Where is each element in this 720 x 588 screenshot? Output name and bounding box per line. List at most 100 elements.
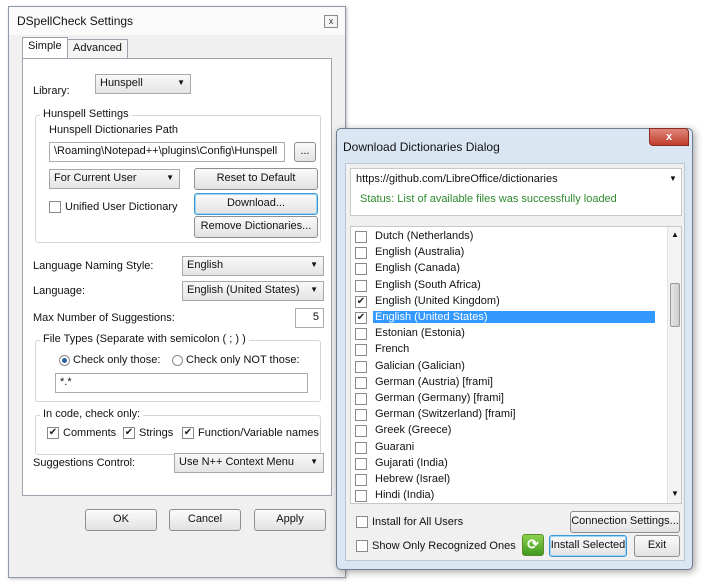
- dictionary-checkbox[interactable]: [355, 425, 367, 438]
- dictionary-label: German (Austria) [frami]: [375, 375, 493, 388]
- remove-label: Remove Dictionaries...: [200, 220, 312, 232]
- dictionary-list-item[interactable]: French: [351, 342, 651, 358]
- install-all-users-checkbox[interactable]: [356, 516, 368, 528]
- dictionary-list-item[interactable]: German (Germany) [frami]: [351, 391, 651, 407]
- dictionary-list[interactable]: Dutch (Netherlands) English (Australia) En…: [350, 226, 682, 504]
- dictionary-list-item[interactable]: Greek (Greece): [351, 423, 651, 439]
- dictionary-checkbox[interactable]: [355, 360, 367, 373]
- dictionary-list-item[interactable]: Hindi (India): [351, 488, 651, 503]
- dictionary-label: Gujarati (India): [375, 456, 448, 469]
- dictionary-label: Galician (Galician): [375, 359, 465, 372]
- dictionary-checkbox[interactable]: [355, 474, 367, 486]
- browse-button[interactable]: ...: [294, 142, 316, 162]
- language-value: English (United States): [187, 284, 300, 296]
- scope-select[interactable]: For Current User ▼: [49, 169, 180, 189]
- remove-dictionaries-button[interactable]: Remove Dictionaries...: [194, 216, 318, 238]
- dictionary-list-item[interactable]: Dutch (Netherlands): [351, 229, 651, 245]
- download-label: Download...: [226, 197, 286, 209]
- dictionary-label: German (Switzerland) [frami]: [375, 408, 516, 421]
- chevron-down-icon[interactable]: ▼: [669, 174, 677, 183]
- show-recognized-checkbox[interactable]: [356, 540, 368, 552]
- library-select[interactable]: Hunspell ▼: [95, 74, 191, 94]
- dictionary-checkbox[interactable]: [355, 279, 367, 292]
- suggestions-control-select[interactable]: Use N++ Context Menu ▼: [174, 453, 324, 473]
- check-not-label: Check only NOT those:: [186, 354, 300, 366]
- install-selected-button[interactable]: Install Selected: [549, 535, 627, 557]
- dictionary-label: French: [375, 343, 410, 356]
- dictionary-list-item[interactable]: Estonian (Estonia): [351, 326, 651, 342]
- file-types-input[interactable]: *.*: [55, 373, 308, 393]
- exit-label: Exit: [647, 539, 667, 551]
- reset-default-button[interactable]: Reset to Default: [194, 168, 318, 190]
- dictionary-checkbox[interactable]: [355, 409, 367, 422]
- exit-button[interactable]: Exit: [634, 535, 680, 557]
- dictionary-checkbox[interactable]: [355, 263, 367, 276]
- scroll-thumb[interactable]: [670, 283, 680, 327]
- scroll-up-icon[interactable]: ▲: [671, 230, 679, 239]
- comments-checkbox[interactable]: ✔: [47, 427, 59, 439]
- dictionary-checkbox[interactable]: ✔: [355, 312, 367, 324]
- settings-close-button[interactable]: x: [324, 15, 338, 28]
- dictionary-checkbox[interactable]: [355, 393, 367, 405]
- dictionary-checkbox[interactable]: ✔: [355, 295, 367, 308]
- download-button[interactable]: Download...: [194, 193, 318, 215]
- tab-advanced[interactable]: Advanced: [67, 39, 128, 59]
- dictionary-checkbox[interactable]: [355, 328, 367, 341]
- dictionary-checkbox[interactable]: [355, 231, 367, 243]
- dictionary-list-item[interactable]: English (Canada): [351, 261, 651, 277]
- source-url[interactable]: https://github.com/LibreOffice/dictionar…: [356, 173, 558, 185]
- list-scrollbar[interactable]: ▲ ▼: [667, 227, 681, 503]
- dictionary-list-item[interactable]: Hebrew (Israel): [351, 472, 651, 488]
- dictionary-checkbox[interactable]: [355, 247, 367, 260]
- ok-button[interactable]: OK: [85, 509, 157, 531]
- lang-naming-select[interactable]: English ▼: [182, 256, 324, 276]
- dictionary-label: Estonian (Estonia): [375, 327, 465, 340]
- dictionary-checkbox[interactable]: [355, 441, 367, 454]
- dictionary-list-item[interactable]: English (South Africa): [351, 278, 651, 294]
- download-close-button[interactable]: x: [649, 128, 689, 146]
- settings-window: DSpellCheck Settings x Simple Advanced L…: [8, 6, 346, 578]
- comments-label: Comments: [63, 427, 117, 439]
- dict-path-input[interactable]: \Roaming\Notepad++\plugins\Config\Hunspe…: [49, 142, 285, 162]
- dictionary-label: English (Australia): [375, 246, 465, 259]
- func-names-checkbox[interactable]: ✔: [182, 427, 194, 439]
- cancel-button[interactable]: Cancel: [169, 509, 241, 531]
- dictionary-list-items: Dutch (Netherlands) English (Australia) En…: [351, 229, 667, 503]
- dictionary-checkbox[interactable]: [355, 376, 367, 389]
- strings-label: Strings: [139, 427, 174, 439]
- chevron-down-icon: ▼: [177, 78, 185, 87]
- apply-button[interactable]: Apply: [254, 509, 326, 531]
- scroll-down-icon[interactable]: ▼: [671, 489, 679, 498]
- dictionary-label: German (Germany) [frami]: [375, 392, 504, 404]
- tab-advanced-label: Advanced: [73, 42, 122, 54]
- check-not-radio[interactable]: [172, 355, 183, 366]
- dictionary-label: Hindi (India): [375, 489, 435, 502]
- dictionary-checkbox[interactable]: [355, 457, 367, 470]
- dictionary-list-item[interactable]: Galician (Galician): [351, 359, 651, 375]
- dictionary-list-item[interactable]: ✔ English (United Kingdom): [351, 294, 651, 310]
- strings-checkbox[interactable]: ✔: [123, 427, 135, 439]
- dictionary-list-item[interactable]: ✔ English (United States): [351, 310, 655, 326]
- dictionary-list-item[interactable]: Gujarati (India): [351, 456, 651, 472]
- check-only-label: Check only those:: [73, 354, 161, 366]
- refresh-icon[interactable]: ⟳: [522, 534, 544, 556]
- dictionary-list-item[interactable]: German (Switzerland) [frami]: [351, 407, 651, 423]
- dict-path-label: Hunspell Dictionaries Path: [49, 124, 179, 136]
- library-value: Hunspell: [100, 77, 143, 89]
- dictionary-checkbox[interactable]: [355, 490, 367, 503]
- code-check-title: In code, check only:: [40, 408, 144, 420]
- tab-simple[interactable]: Simple: [22, 37, 68, 59]
- dictionary-list-item[interactable]: Guarani: [351, 440, 651, 456]
- dictionary-list-item[interactable]: German (Austria) [frami]: [351, 375, 651, 391]
- lang-naming-label: Language Naming Style:: [33, 260, 154, 272]
- chevron-down-icon: ▼: [310, 285, 318, 294]
- dictionary-label: English (South Africa): [375, 278, 481, 291]
- check-only-radio[interactable]: [59, 355, 70, 366]
- close-icon: x: [665, 131, 673, 143]
- dictionary-checkbox[interactable]: [355, 344, 367, 357]
- unified-dictionary-checkbox[interactable]: [49, 201, 61, 213]
- max-suggestions-input[interactable]: 5: [295, 308, 324, 328]
- dictionary-list-item[interactable]: English (Australia): [351, 245, 651, 261]
- connection-settings-button[interactable]: Connection Settings...: [570, 511, 680, 533]
- language-select[interactable]: English (United States) ▼: [182, 281, 324, 301]
